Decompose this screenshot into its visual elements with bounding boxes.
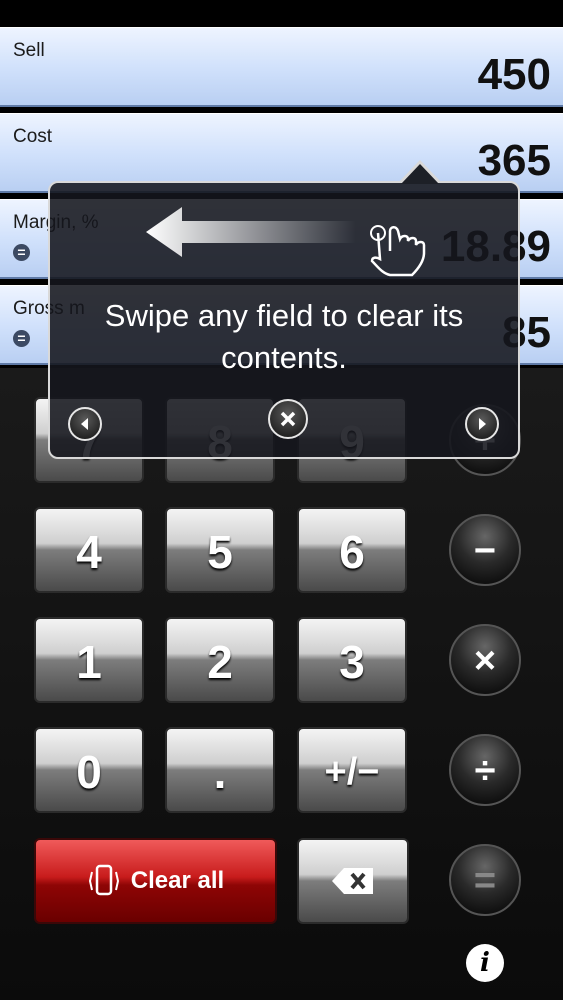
- equals-button[interactable]: =: [449, 844, 521, 916]
- key-3[interactable]: 3: [297, 617, 407, 703]
- cost-value: 365: [477, 136, 551, 185]
- sell-value: 450: [477, 50, 551, 99]
- cost-label: Cost: [13, 126, 53, 147]
- chevron-right-icon: [479, 418, 486, 430]
- phone-shake-icon: [88, 864, 119, 896]
- key-2[interactable]: 2: [165, 617, 275, 703]
- equals-icon: =: [13, 330, 30, 347]
- next-tip-button[interactable]: [465, 407, 499, 441]
- close-tip-button[interactable]: [268, 399, 308, 439]
- tooltip-text: Swipe any field to clear its contents.: [104, 298, 464, 375]
- hand-swipe-icon: [370, 225, 426, 277]
- key-1[interactable]: 1: [34, 617, 144, 703]
- decimal-key[interactable]: .: [165, 727, 275, 813]
- key-6[interactable]: 6: [297, 507, 407, 593]
- backspace-icon: [332, 868, 373, 894]
- plus-minus-key[interactable]: +/−: [297, 727, 407, 813]
- chevron-left-icon: [81, 418, 88, 430]
- multiply-button[interactable]: ×: [449, 624, 521, 696]
- status-bar: [0, 0, 563, 26]
- tooltip-arrow-inner: [401, 164, 439, 184]
- tooltip-overlay: Swipe any field to clear its contents.: [48, 181, 520, 459]
- swipe-left-arrow-icon: [146, 207, 356, 257]
- clear-all-button[interactable]: Clear all: [34, 838, 277, 924]
- minus-button[interactable]: −: [449, 514, 521, 586]
- sell-field[interactable]: Sell 450: [0, 27, 563, 107]
- divide-button[interactable]: ÷: [449, 734, 521, 806]
- equals-icon: =: [13, 244, 30, 261]
- sell-label: Sell: [13, 40, 45, 61]
- previous-tip-button[interactable]: [68, 407, 102, 441]
- clear-all-label: Clear all: [130, 867, 225, 894]
- key-5[interactable]: 5: [165, 507, 275, 593]
- key-4[interactable]: 4: [34, 507, 144, 593]
- backspace-button[interactable]: [297, 838, 409, 924]
- close-icon: [280, 411, 296, 427]
- key-0[interactable]: 0: [34, 727, 144, 813]
- info-button[interactable]: i: [466, 944, 504, 982]
